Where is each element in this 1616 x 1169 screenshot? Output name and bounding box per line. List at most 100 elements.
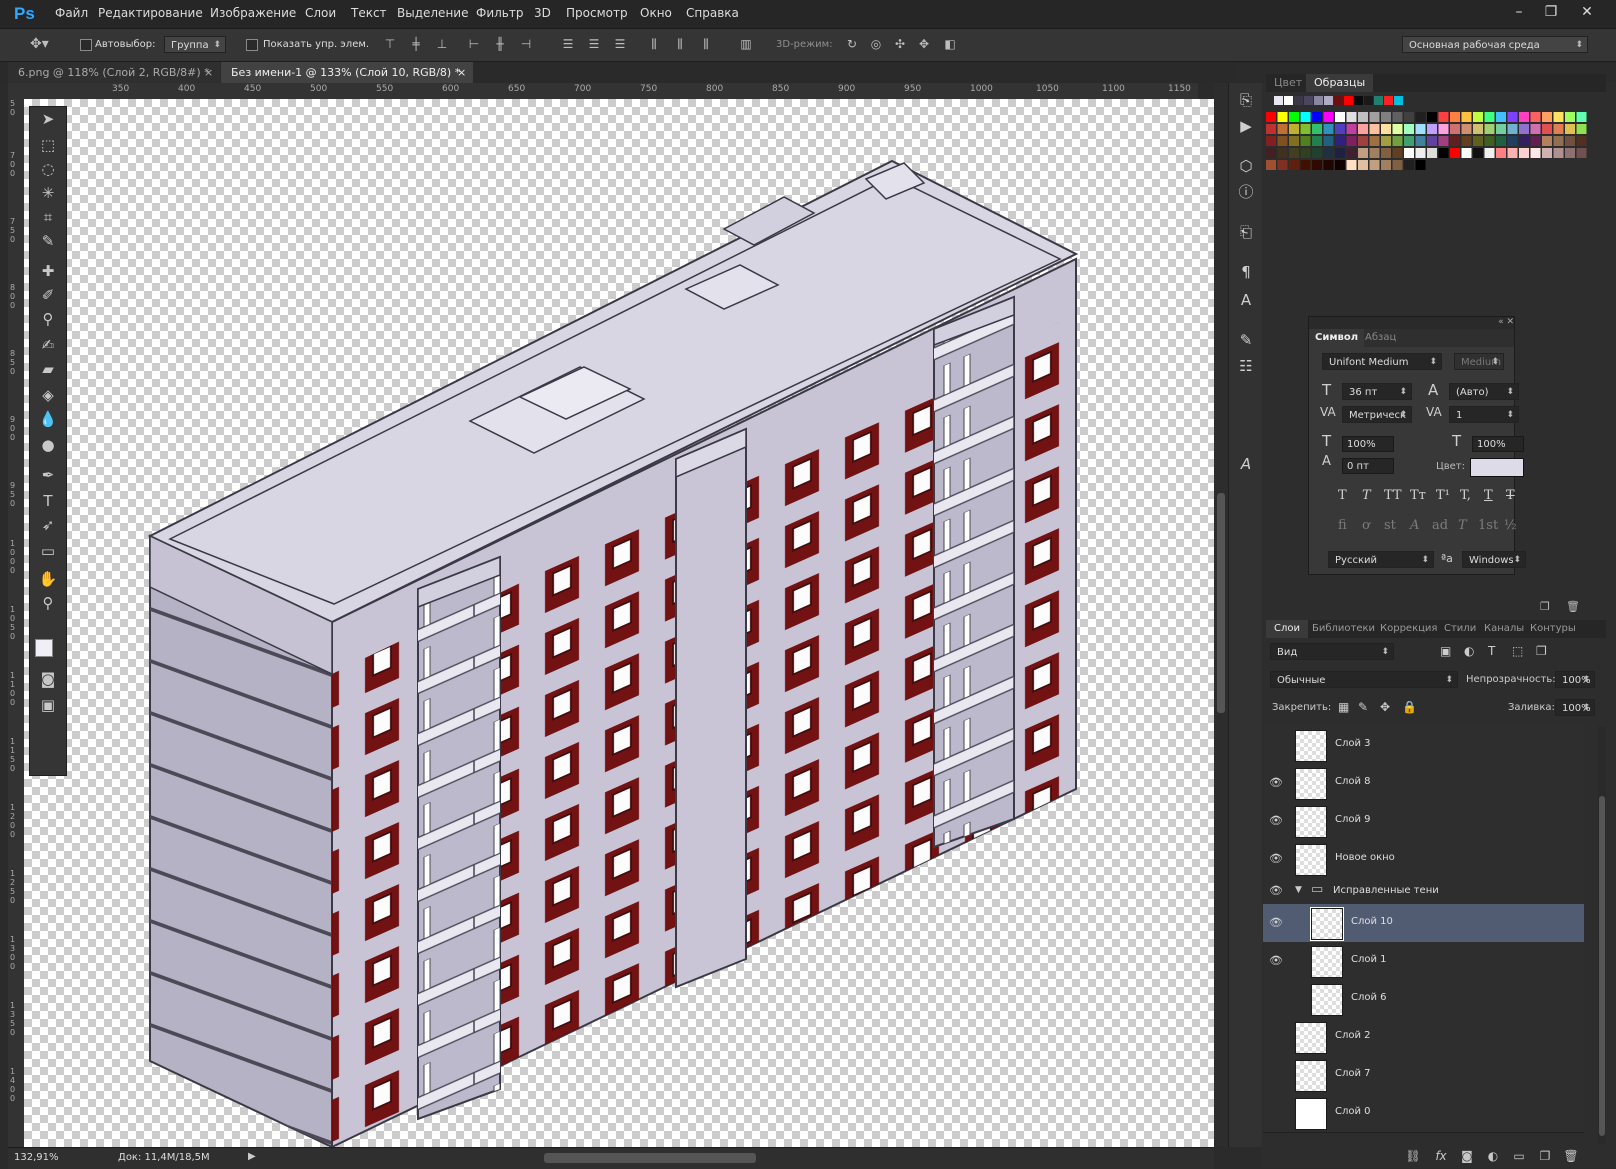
swatch-cell[interactable]	[1323, 160, 1334, 170]
dodge-tool-icon[interactable]: ●	[30, 433, 66, 457]
swatch-cell[interactable]	[1323, 112, 1334, 122]
swatch-cell[interactable]	[1323, 148, 1334, 158]
horizontal-ruler[interactable]: 350 400 450 500 550 600 650 700 750 800 …	[78, 83, 1198, 100]
swatch-cell[interactable]	[1369, 136, 1380, 146]
swatch-cell[interactable]	[1369, 148, 1380, 158]
swatch-cell[interactable]	[1312, 124, 1322, 134]
3d-scale-icon[interactable]: ◧	[942, 37, 958, 51]
character-styles-icon[interactable]: A	[1236, 290, 1256, 310]
swatch-cell[interactable]	[1519, 124, 1529, 134]
visibility-toggle[interactable]	[1269, 1107, 1283, 1119]
menu-select[interactable]: Выделение	[397, 6, 468, 20]
vertical-scale-field[interactable]: 100%	[1342, 436, 1394, 452]
swatch-cell[interactable]	[1364, 96, 1373, 105]
layer-group-row[interactable]: 👁 ▼ ▭ Исправленные тени	[1263, 878, 1584, 905]
align-bottom-icon[interactable]: ⊥	[434, 37, 450, 51]
swatch-cell[interactable]	[1542, 136, 1552, 146]
swatch-cell[interactable]	[1542, 112, 1552, 122]
new-layer-icon[interactable]: ❐	[1536, 1148, 1554, 1164]
fill-field[interactable]: 100%	[1555, 699, 1595, 717]
swatch-cell[interactable]	[1404, 124, 1414, 134]
swatch-cell[interactable]	[1484, 124, 1495, 134]
swatch-cell[interactable]	[1530, 148, 1541, 158]
swatch-cell[interactable]	[1358, 136, 1368, 146]
swatch-cell[interactable]	[1344, 96, 1353, 105]
visibility-eye-icon[interactable]: 👁	[1269, 955, 1283, 967]
swatch-cell[interactable]	[1450, 124, 1460, 134]
swatch-cell[interactable]	[1312, 112, 1322, 122]
tab-paragraph[interactable]: Абзац	[1365, 329, 1396, 347]
swatch-cell[interactable]	[1392, 136, 1403, 146]
distribute-right-icon[interactable]: ⫼	[698, 37, 714, 51]
visibility-eye-icon[interactable]: 👁	[1269, 815, 1283, 827]
swatch-cell[interactable]	[1450, 112, 1460, 122]
swatch-cell[interactable]	[1369, 112, 1380, 122]
swatch-cell[interactable]	[1324, 96, 1333, 105]
hand-tool-icon[interactable]: ✋	[30, 567, 66, 591]
layer-thumbnail[interactable]	[1311, 946, 1343, 978]
3d-slide-icon[interactable]: ✥	[916, 37, 932, 51]
swatch-cell[interactable]	[1354, 96, 1363, 105]
eyedropper-icon[interactable]: ✎	[30, 229, 66, 253]
crop-tool-icon[interactable]: ⌗	[30, 205, 66, 229]
swatch-cell[interactable]	[1392, 160, 1403, 170]
delete-layer-icon[interactable]: 🗑	[1562, 1148, 1580, 1164]
font-family-select[interactable]: Unifont Medium	[1322, 353, 1442, 371]
swatch-cell[interactable]	[1358, 160, 1368, 170]
blur-tool-icon[interactable]: 💧	[30, 407, 66, 431]
distribute-bottom-icon[interactable]: ☰	[612, 37, 628, 51]
menu-window[interactable]: Окно	[640, 6, 672, 20]
pen-tool-icon[interactable]: ✒	[30, 463, 66, 487]
layer-row[interactable]: Слой 3	[1263, 726, 1584, 765]
swatch-cell[interactable]	[1266, 136, 1276, 146]
swatches-grid[interactable]	[1266, 96, 1596, 186]
layer-thumbnail[interactable]	[1310, 907, 1344, 941]
marquee-tool-icon[interactable]: ⬚	[30, 133, 66, 157]
text-color-swatch[interactable]	[1470, 458, 1524, 477]
menu-view[interactable]: Просмотр	[566, 6, 628, 20]
swatch-cell[interactable]	[1473, 124, 1483, 134]
titling-alternates-button[interactable]: T	[1458, 518, 1467, 533]
swatch-cell[interactable]	[1507, 124, 1518, 134]
baseline-shift-field[interactable]: 0 пт	[1342, 458, 1394, 474]
swatch-cell[interactable]	[1304, 96, 1313, 105]
swatch-cell[interactable]	[1427, 112, 1437, 122]
tracking-field[interactable]: 1	[1449, 406, 1519, 424]
blend-mode-select[interactable]: Обычные	[1270, 671, 1458, 689]
brush-presets-icon[interactable]: ✎	[1236, 330, 1256, 350]
distribute-hcenter-icon[interactable]: ⫼	[672, 37, 688, 51]
new-group-icon[interactable]: ▭	[1510, 1148, 1528, 1164]
swatch-cell[interactable]	[1484, 136, 1495, 146]
swatch-cell[interactable]	[1314, 96, 1323, 105]
swatch-cell[interactable]	[1392, 112, 1403, 122]
shape-filter-icon[interactable]: ⬚	[1512, 644, 1523, 658]
swatch-cell[interactable]	[1484, 112, 1495, 122]
document-canvas[interactable]	[24, 99, 1214, 1147]
3d-rotate-icon[interactable]: ↻	[844, 37, 860, 51]
swatch-cell[interactable]	[1530, 124, 1541, 134]
swatch-cell[interactable]	[1461, 136, 1472, 146]
tab-channels[interactable]: Каналы	[1484, 620, 1524, 638]
swatch-cell[interactable]	[1374, 96, 1383, 105]
swatch-cell[interactable]	[1381, 160, 1391, 170]
swatch-cell[interactable]	[1266, 148, 1276, 158]
swatch-cell[interactable]	[1565, 136, 1575, 146]
swatch-cell[interactable]	[1277, 112, 1288, 122]
tab-untitled-1[interactable]: Без имени-1 @ 133% (Слой 10, RGB/8) * ×	[221, 62, 473, 83]
swatch-cell[interactable]	[1284, 96, 1293, 105]
swatch-cell[interactable]	[1496, 112, 1506, 122]
language-select[interactable]: Русский	[1328, 551, 1434, 569]
opacity-field[interactable]: 100%	[1555, 671, 1595, 689]
swatch-cell[interactable]	[1576, 112, 1587, 122]
restore-button[interactable]: ❐	[1536, 2, 1566, 22]
kerning-field[interactable]: Метрическ	[1342, 406, 1412, 424]
adjustment-filter-icon[interactable]: ◐	[1464, 644, 1474, 658]
swatch-cell[interactable]	[1438, 148, 1449, 158]
lock-pixels-icon[interactable]: ✎	[1358, 700, 1368, 714]
lasso-tool-icon[interactable]: ◌	[30, 157, 66, 181]
align-vcenter-icon[interactable]: ╪	[408, 37, 424, 51]
swatch-cell[interactable]	[1323, 124, 1334, 134]
close-icon[interactable]: ×	[204, 62, 213, 83]
clone-source-icon[interactable]: ⎗	[1236, 222, 1256, 242]
swatch-cell[interactable]	[1438, 124, 1449, 134]
